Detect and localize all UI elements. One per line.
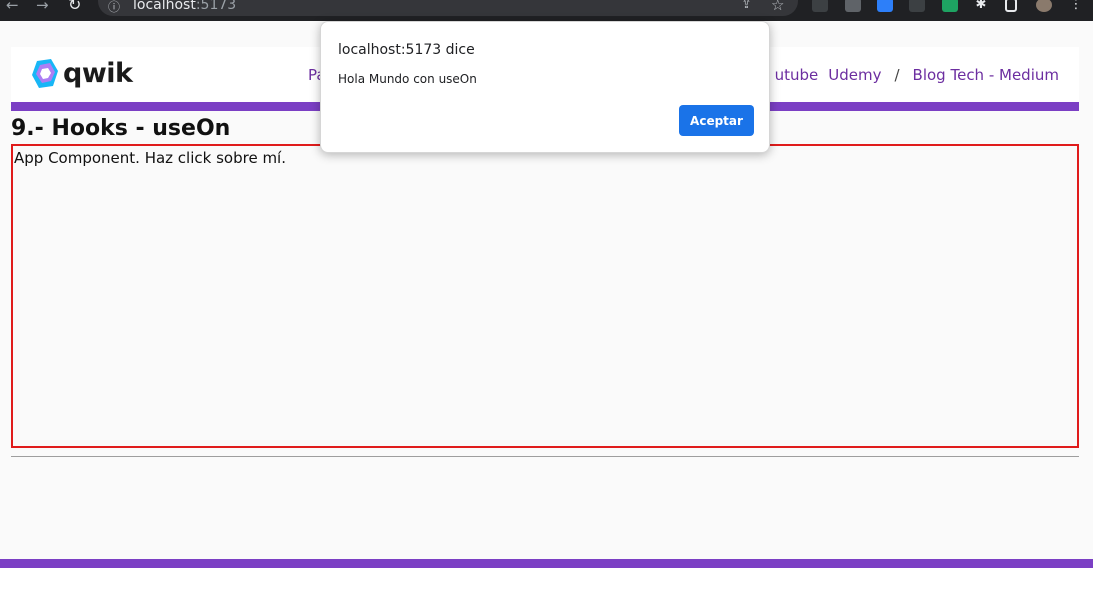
side-panel-icon[interactable] (1005, 0, 1017, 12)
kebab-menu-icon[interactable]: ⋮ (1068, 0, 1084, 12)
reload-icon[interactable]: ↻ (68, 0, 81, 14)
nav-link-youtube[interactable]: utube (775, 66, 819, 84)
forward-arrow-icon[interactable]: → (36, 0, 49, 14)
dialog-title: localhost:5173 dice (338, 42, 475, 58)
nav-links: utube Udemy / Blog Tech - Medium (775, 66, 1059, 84)
bookmark-star-icon[interactable]: ☆ (771, 0, 784, 14)
site-info-icon[interactable]: ⓘ (108, 0, 120, 15)
qwik-logo-icon (32, 58, 58, 88)
app-component-text: App Component. Haz click sobre mí. (14, 149, 286, 167)
nav-link-blog-tech-medium[interactable]: Blog Tech - Medium (913, 66, 1059, 84)
footer-area (0, 568, 1093, 589)
nav-separator: / (894, 66, 900, 84)
puzzle-extensions-icon[interactable]: ✱ (973, 0, 989, 12)
qwik-logo[interactable]: qwik (31, 58, 133, 89)
address-bar[interactable]: ⓘ localhost:5173 ⇪ ☆ (98, 0, 798, 16)
extension-icon[interactable] (812, 0, 828, 12)
dialog-message: Hola Mundo con useOn (338, 72, 477, 86)
extension-icon[interactable] (942, 0, 958, 12)
extension-icon[interactable] (909, 0, 925, 12)
extension-icon[interactable] (877, 0, 893, 12)
logo-text: qwik (63, 58, 133, 89)
divider (11, 456, 1079, 457)
url-text: localhost:5173 (133, 0, 237, 13)
share-icon[interactable]: ⇪ (741, 0, 752, 12)
extension-icon[interactable] (845, 0, 861, 12)
profile-avatar[interactable] (1036, 0, 1052, 12)
nav-link-udemy[interactable]: Udemy (828, 66, 881, 84)
alert-dialog: localhost:5173 dice Hola Mundo con useOn… (320, 21, 770, 153)
footer-accent-bar (0, 559, 1093, 568)
accept-button[interactable]: Aceptar (679, 105, 754, 136)
page-title: 9.- Hooks - useOn (11, 116, 231, 141)
browser-toolbar: ← → ↻ ⓘ localhost:5173 ⇪ ☆ ✱ ⋮ (0, 0, 1093, 21)
back-arrow-icon[interactable]: ← (6, 0, 19, 14)
app-component-box[interactable]: App Component. Haz click sobre mí. (11, 144, 1079, 448)
